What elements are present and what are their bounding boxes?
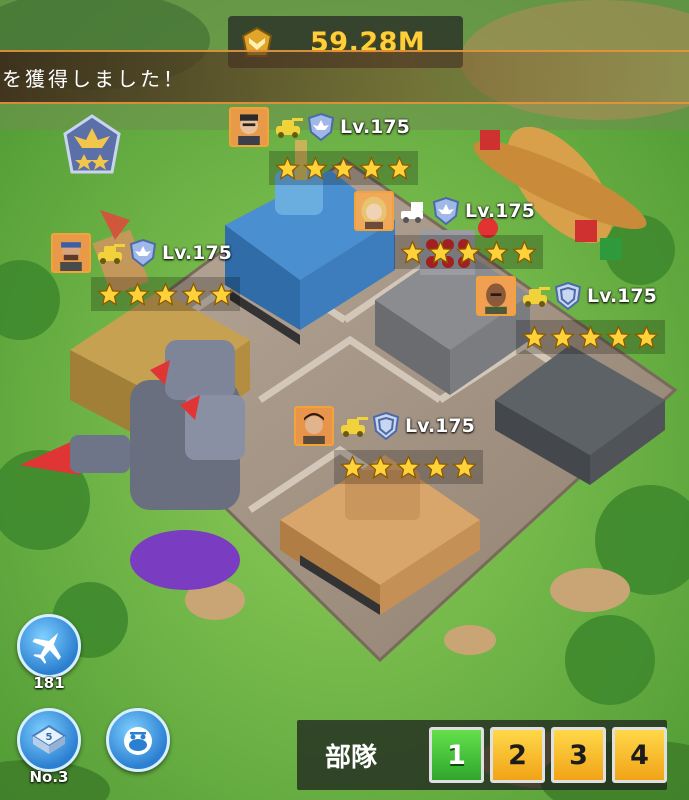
rank-shield-icon (372, 411, 400, 441)
star-icon (428, 239, 453, 264)
star-icon (400, 239, 425, 264)
unit-card-armored-carrier[interactable]: Lv.175 (476, 275, 665, 357)
gorilla-icon (124, 727, 152, 755)
star-rating (516, 320, 665, 354)
rank-shield-icon (432, 196, 460, 226)
unit-card-tan-tank[interactable]: Lv.175 (294, 405, 483, 487)
tank-type-icon (276, 118, 303, 138)
unit-card-blue-tank[interactable]: Lv.175 (229, 106, 418, 188)
star-icon (424, 454, 449, 479)
commander-portrait (294, 406, 334, 446)
star-icon (153, 281, 178, 306)
airplane-icon (32, 632, 61, 664)
rank-badge-icon[interactable] (62, 114, 122, 176)
star-icon (634, 324, 659, 349)
star-rating (269, 151, 418, 185)
base-level-button-circle[interactable]: 5 (17, 708, 81, 772)
rank-shield-icon (129, 238, 157, 268)
star-icon (550, 324, 575, 349)
star-icon (396, 454, 421, 479)
commander-portrait (476, 276, 516, 316)
base-level-button[interactable]: 5 No.3 (17, 708, 81, 786)
star-icon (125, 281, 150, 306)
commander-portrait (354, 191, 394, 231)
squad-button-2[interactable]: 2 (490, 727, 545, 783)
aircraft-button[interactable]: 181 (17, 614, 81, 692)
star-icon (303, 155, 328, 180)
star-icon (331, 155, 356, 180)
artillery-type-icon (401, 202, 423, 223)
star-icon (359, 155, 384, 180)
star-icon (209, 281, 234, 306)
svg-text:5: 5 (46, 732, 53, 743)
star-icon (484, 239, 509, 264)
base-level-label: No.3 (29, 768, 69, 786)
star-icon (97, 281, 122, 306)
unit-level: Lv.175 (340, 116, 410, 138)
star-rating (394, 235, 543, 269)
unit-level: Lv.175 (465, 200, 535, 222)
tank-type-icon (523, 287, 550, 307)
squad-button-4[interactable]: 4 (612, 727, 667, 783)
rank-shield-icon (307, 112, 335, 142)
unit-level: Lv.175 (405, 415, 475, 437)
aircraft-button-circle[interactable] (17, 614, 81, 678)
tank-type-icon (341, 417, 368, 437)
squad-selector-panel: 部隊 1 2 3 4 (297, 720, 667, 790)
star-icon (368, 454, 393, 479)
squad-button-3[interactable]: 3 (551, 727, 606, 783)
aircraft-count: 181 (33, 674, 65, 692)
unit-level: Lv.175 (162, 242, 232, 264)
gorilla-mech-button[interactable] (106, 708, 170, 772)
gorilla-button-circle[interactable] (106, 708, 170, 772)
commander-portrait (51, 233, 91, 273)
star-icon (578, 324, 603, 349)
star-icon (606, 324, 631, 349)
star-icon (275, 155, 300, 180)
squad-label: 部隊 (325, 742, 378, 773)
rank-shield-icon (554, 281, 582, 311)
notice-text: を獲得しました！ (2, 66, 186, 91)
star-rating (91, 277, 240, 311)
unit-card-gold-truck[interactable]: Lv.175 (51, 232, 240, 314)
star-icon (512, 239, 537, 264)
commander-portrait (229, 107, 269, 147)
base-tile-icon: 5 (31, 724, 67, 754)
star-icon (456, 239, 481, 264)
star-rating (334, 450, 483, 484)
star-icon (522, 324, 547, 349)
tank-type-icon (98, 244, 125, 264)
star-icon (181, 281, 206, 306)
unit-level: Lv.175 (587, 285, 657, 307)
reward-notice-banner: を獲得しました！ (0, 50, 689, 104)
squad-button-1[interactable]: 1 (429, 727, 484, 783)
unit-card-rocket-truck[interactable]: Lv.175 (354, 190, 543, 272)
star-icon (387, 155, 412, 180)
star-icon (340, 454, 365, 479)
star-icon (452, 454, 477, 479)
